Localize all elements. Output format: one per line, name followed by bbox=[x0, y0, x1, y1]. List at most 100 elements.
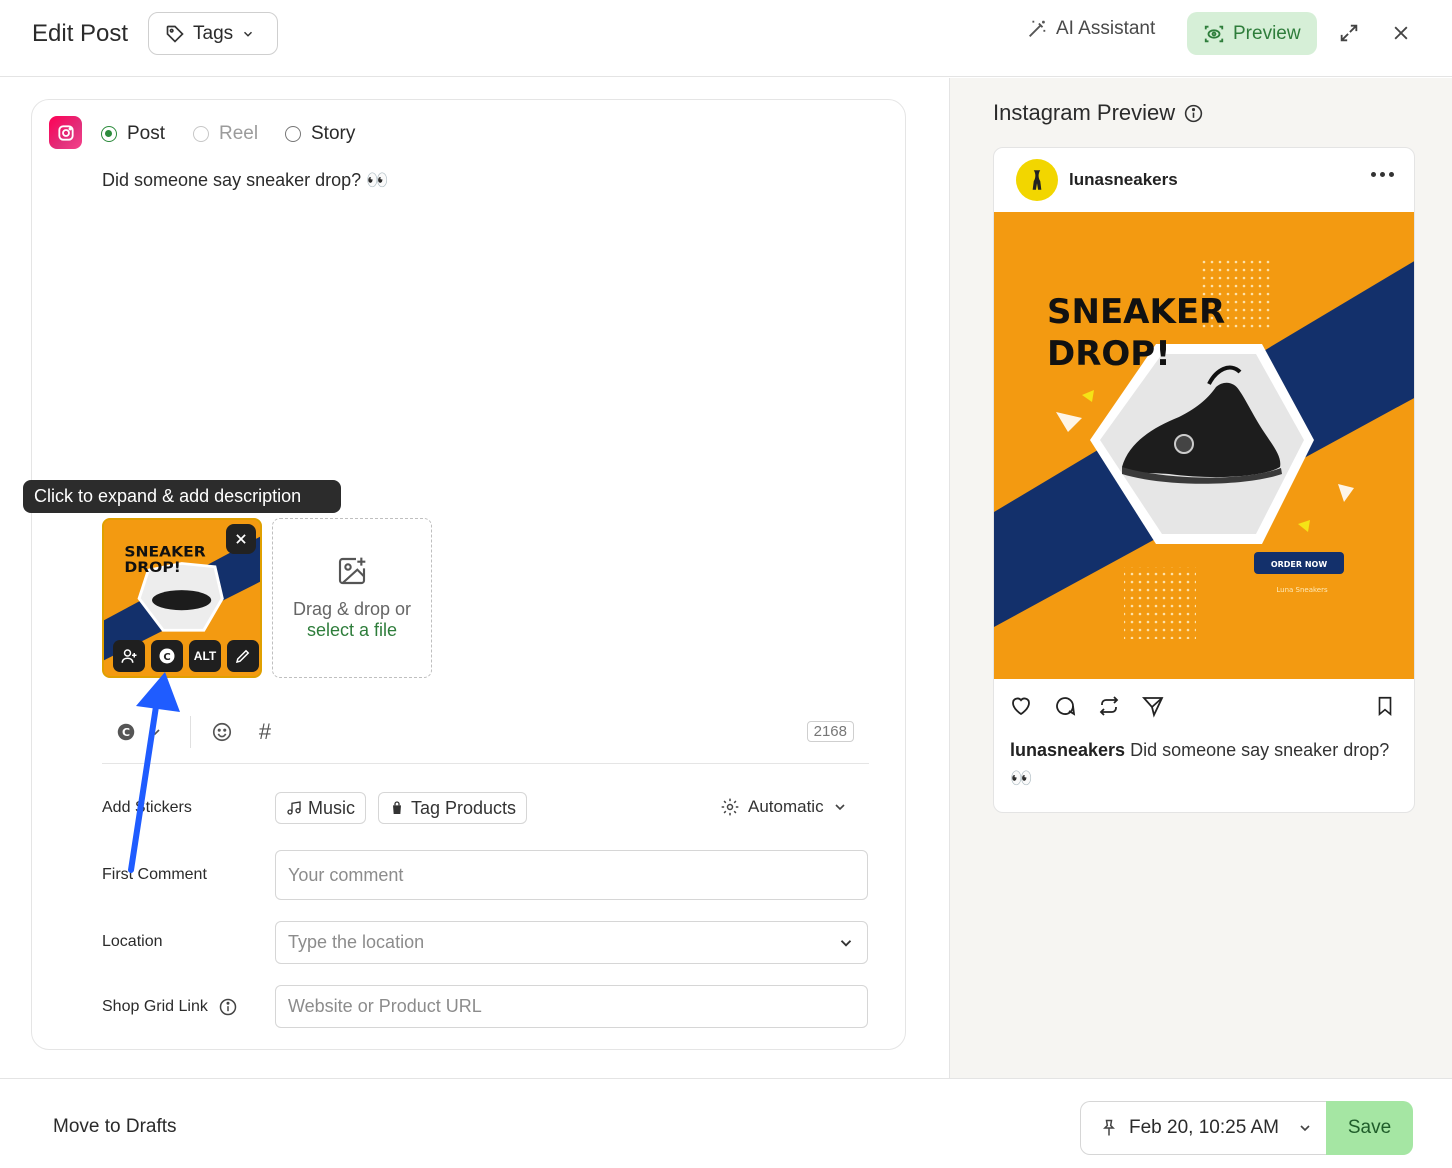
music-label: Music bbox=[308, 797, 356, 818]
pin-icon bbox=[1103, 1119, 1115, 1136]
header: Edit Post Tags AI Assistant Preview bbox=[0, 0, 1452, 77]
post-type-label: Story bbox=[311, 123, 356, 144]
hashtag-button[interactable]: # bbox=[252, 719, 278, 744]
preview-icon bbox=[1204, 25, 1224, 42]
close-icon[interactable] bbox=[1388, 20, 1414, 46]
select-file-link[interactable]: select a file bbox=[307, 620, 397, 641]
first-comment-label: First Comment bbox=[102, 866, 207, 883]
caption-toolbar: C # 2168 bbox=[102, 714, 869, 764]
emoji-button[interactable] bbox=[209, 720, 235, 744]
heart-icon[interactable] bbox=[1008, 693, 1034, 719]
chevron-down-icon bbox=[840, 940, 852, 947]
location-select[interactable]: Type the location bbox=[275, 921, 868, 964]
post-image: SNEAKER DROP! ORDER NOW Luna Sneakers bbox=[994, 212, 1414, 679]
share-icon[interactable] bbox=[1140, 693, 1166, 719]
caption-text[interactable]: Did someone say sneaker drop? 👀 bbox=[102, 170, 389, 191]
radio-icon bbox=[193, 126, 209, 142]
repost-icon[interactable] bbox=[1096, 693, 1122, 719]
image-brand: Luna Sneakers bbox=[1276, 586, 1328, 594]
page-title: Edit Post bbox=[32, 20, 129, 47]
preview-column: Instagram Preview lunasneakers SNEAKER D… bbox=[949, 78, 1452, 1078]
info-icon[interactable] bbox=[218, 997, 238, 1017]
ai-assistant-button[interactable]: AI Assistant bbox=[1026, 18, 1155, 40]
info-icon[interactable] bbox=[1183, 103, 1204, 124]
shop-grid-link-placeholder: Website or Product URL bbox=[288, 996, 482, 1016]
sneaker-logo-icon bbox=[1032, 170, 1042, 190]
tags-label: Tags bbox=[193, 22, 234, 44]
expand-tooltip: Click to expand & add description bbox=[23, 480, 341, 513]
music-button[interactable]: Music bbox=[275, 792, 367, 824]
ai-assistant-label: AI Assistant bbox=[1056, 18, 1156, 39]
tag-products-label: Tag Products bbox=[411, 797, 517, 818]
schedule-dropdown[interactable]: Feb 20, 10:25 AM bbox=[1080, 1101, 1330, 1155]
add-image-icon bbox=[338, 557, 366, 585]
media-thumbnail[interactable]: SNEAKER DROP! C ALT bbox=[102, 518, 262, 678]
automatic-label: Automatic bbox=[748, 797, 824, 816]
alt-text-button[interactable]: ALT bbox=[189, 640, 221, 672]
canva-icon: C bbox=[117, 723, 135, 741]
post-actions bbox=[994, 693, 1414, 723]
edit-media-button[interactable] bbox=[227, 640, 259, 672]
preview-caption: lunasneakers Did someone say sneaker dro… bbox=[1010, 736, 1400, 792]
more-options-icon[interactable] bbox=[1371, 172, 1394, 177]
caption-username: lunasneakers bbox=[1010, 740, 1126, 760]
tag-products-button[interactable]: Tag Products bbox=[378, 792, 528, 824]
canva-dropdown[interactable]: C bbox=[114, 720, 164, 744]
svg-text:DROP!: DROP! bbox=[124, 559, 180, 575]
preview-title-text: Instagram Preview bbox=[993, 100, 1176, 125]
tag-people-button[interactable] bbox=[113, 640, 145, 672]
shopping-bag-icon bbox=[393, 801, 401, 814]
pencil-icon bbox=[235, 649, 250, 664]
svg-text:C: C bbox=[163, 652, 170, 663]
thumbnail-toolbar: C ALT bbox=[104, 640, 260, 672]
canva-button[interactable]: C bbox=[151, 640, 183, 672]
remove-media-button[interactable] bbox=[226, 524, 256, 554]
first-comment-input[interactable]: Your comment bbox=[275, 850, 868, 900]
first-comment-placeholder: Your comment bbox=[288, 864, 404, 885]
comment-icon[interactable] bbox=[1052, 693, 1078, 719]
music-icon bbox=[287, 801, 301, 815]
toolbar-divider bbox=[190, 716, 191, 748]
magic-wand-icon bbox=[1029, 20, 1046, 37]
media-dropzone[interactable]: Drag & drop or select a file bbox=[272, 518, 432, 678]
preview-button[interactable]: Preview bbox=[1187, 12, 1317, 55]
automatic-dropdown[interactable]: Automatic bbox=[720, 797, 848, 817]
image-order-button: ORDER NOW bbox=[1271, 560, 1328, 569]
post-type-reel[interactable]: Reel bbox=[193, 123, 258, 145]
instagram-post-preview: lunasneakers SNEAKER DROP! ORDER NOW Lun… bbox=[993, 147, 1415, 813]
svg-text:SNEAKER: SNEAKER bbox=[124, 544, 206, 560]
radio-icon bbox=[101, 126, 117, 142]
image-headline-2: DROP! bbox=[1047, 334, 1171, 374]
chevron-down-icon bbox=[244, 31, 253, 37]
move-to-drafts-button[interactable]: Move to Drafts bbox=[53, 1116, 177, 1138]
bookmark-icon[interactable] bbox=[1372, 693, 1398, 719]
chevron-down-icon bbox=[835, 804, 845, 811]
expand-icon[interactable] bbox=[1336, 20, 1362, 46]
radio-icon bbox=[285, 126, 301, 142]
schedule-time: Feb 20, 10:25 AM bbox=[1129, 1117, 1279, 1138]
canva-icon: C bbox=[159, 648, 175, 664]
add-person-icon bbox=[121, 649, 137, 663]
location-placeholder: Type the location bbox=[288, 932, 425, 952]
stickers-label: Add Stickers bbox=[102, 799, 192, 816]
close-icon bbox=[236, 534, 246, 544]
gear-icon bbox=[721, 798, 739, 816]
shop-grid-link-text: Shop Grid Link bbox=[102, 998, 208, 1015]
post-type-story[interactable]: Story bbox=[285, 123, 355, 145]
preview-label: Preview bbox=[1233, 22, 1301, 44]
emoji-icon bbox=[212, 722, 232, 742]
preview-username: lunasneakers bbox=[1069, 170, 1178, 189]
post-type-post[interactable]: Post bbox=[101, 123, 165, 145]
chevron-down-icon bbox=[1300, 1125, 1310, 1132]
avatar bbox=[1016, 159, 1058, 201]
dropzone-text: Drag & drop or bbox=[292, 599, 412, 619]
post-header: lunasneakers bbox=[994, 148, 1414, 212]
tags-button[interactable]: Tags bbox=[148, 12, 278, 55]
footer: Move to Drafts Feb 20, 10:25 AM Save bbox=[0, 1078, 1452, 1168]
save-button[interactable]: Save bbox=[1326, 1101, 1413, 1155]
character-count: 2168 bbox=[806, 721, 854, 742]
shop-grid-link-input[interactable]: Website or Product URL bbox=[275, 985, 868, 1028]
instagram-icon bbox=[49, 116, 82, 149]
post-type-label: Reel bbox=[219, 123, 259, 144]
preview-title: Instagram Preview bbox=[993, 100, 1204, 126]
